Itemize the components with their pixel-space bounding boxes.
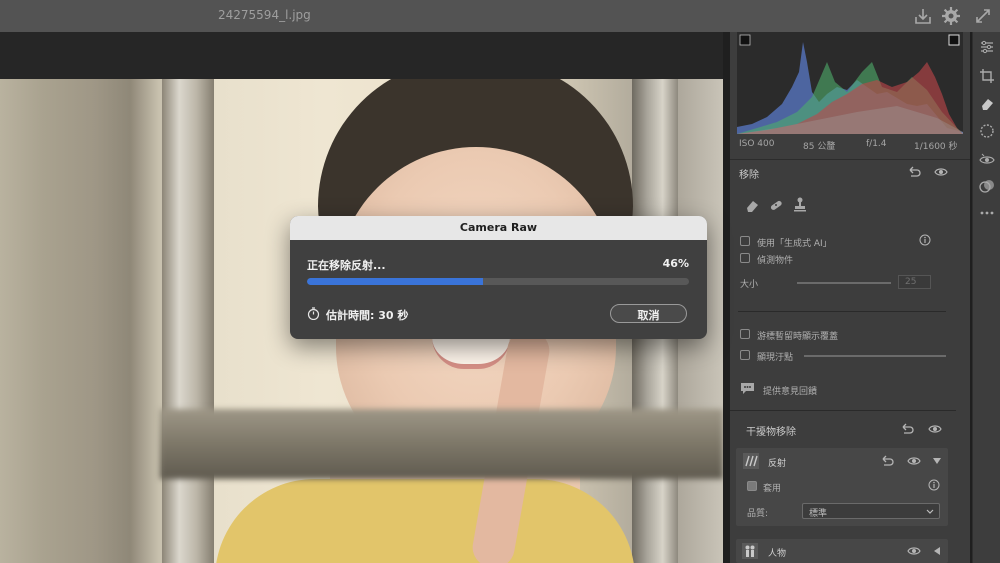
shutter-speed: 1/1600 秒 [914, 142, 958, 152]
progress-dialog: Camera Raw 正在移除反射... 46% 估計時間: 30 秒 取消 [290, 216, 707, 339]
clone-stamp-icon[interactable] [792, 196, 808, 212]
people-icon [742, 543, 758, 559]
fullscreen-icon[interactable] [972, 5, 994, 27]
detect-objects-label: 偵測物件 [757, 256, 794, 266]
size-label: 大小 [740, 280, 759, 290]
progress-status: 正在移除反射... [307, 259, 386, 272]
edit-sliders-icon[interactable] [979, 39, 995, 55]
use-generative-ai-label: 使用「生成式 AI」 [757, 239, 832, 249]
gear-icon[interactable] [940, 5, 962, 27]
remove-section-title: 移除 [739, 170, 759, 181]
chevron-down-icon[interactable] [931, 455, 943, 467]
use-generative-ai-checkbox[interactable] [740, 236, 750, 246]
file-name: 24275594_l.jpg [218, 8, 311, 22]
progress-bar [307, 278, 689, 285]
eraser-tool-icon[interactable] [744, 197, 760, 213]
progress-percent: 46% [662, 257, 689, 270]
feedback-icon[interactable] [740, 381, 755, 396]
progress-bar-fill [307, 278, 483, 285]
show-overlay-label: 游標暫留時顯示覆蓋 [757, 332, 839, 342]
save-icon[interactable] [912, 5, 934, 27]
reflections-reset-icon[interactable] [880, 454, 894, 468]
title-bar: 24275594_l.jpg [0, 0, 1000, 32]
distraction-reset-icon[interactable] [900, 422, 914, 436]
people-visibility-icon[interactable] [907, 544, 921, 558]
distraction-visibility-icon[interactable] [928, 422, 942, 436]
presets-icon[interactable] [979, 178, 995, 194]
select-chevron-icon [926, 509, 934, 514]
visualize-spots-slider[interactable] [804, 355, 946, 357]
masking-icon[interactable] [979, 123, 995, 139]
reflections-visibility-icon[interactable] [907, 454, 921, 468]
histogram [737, 32, 963, 134]
aperture-value: f/1.4 [866, 139, 887, 149]
apply-checkbox[interactable] [747, 481, 757, 491]
quality-label: 品質: [747, 509, 769, 519]
stopwatch-icon [307, 307, 320, 320]
reflections-label: 反射 [768, 459, 787, 469]
apply-info-icon[interactable] [928, 479, 940, 491]
edit-panel: ISO 400 85 公釐 f/1.4 1/1600 秒 移除 使用「生成式 A… [730, 32, 970, 563]
iso-value: ISO 400 [739, 139, 775, 149]
visibility-icon[interactable] [934, 165, 948, 179]
quality-select-value: 標準 [809, 509, 828, 519]
people-label: 人物 [768, 549, 787, 559]
estimated-time: 估計時間: 30 秒 [326, 309, 409, 322]
red-eye-icon[interactable] [979, 151, 995, 167]
size-value-field[interactable]: 25 [898, 275, 931, 289]
feedback-link[interactable]: 提供意見回饋 [763, 384, 817, 397]
camera-info: ISO 400 85 公釐 f/1.4 1/1600 秒 [737, 137, 963, 153]
reset-icon[interactable] [907, 165, 921, 179]
size-slider[interactable] [797, 282, 891, 284]
dialog-title: Camera Raw [290, 216, 707, 240]
info-icon[interactable] [919, 234, 931, 246]
visualize-spots-checkbox[interactable] [740, 350, 750, 360]
chevron-left-icon[interactable] [931, 545, 943, 557]
healing-brush-icon[interactable] [768, 197, 784, 213]
remove-tool-icon[interactable] [979, 95, 995, 111]
more-icon[interactable] [979, 205, 995, 221]
crop-icon[interactable] [979, 68, 995, 84]
distraction-removal-title: 干擾物移除 [746, 427, 796, 438]
detect-objects-checkbox[interactable] [740, 253, 750, 263]
visualize-spots-label: 顯現汙點 [757, 353, 794, 363]
cancel-button[interactable]: 取消 [610, 304, 687, 323]
quality-select[interactable]: 標準 [802, 503, 940, 519]
reflections-icon [743, 453, 759, 469]
show-overlay-checkbox[interactable] [740, 329, 750, 339]
tool-strip [972, 32, 1000, 563]
focal-length: 85 公釐 [803, 142, 836, 152]
apply-label: 套用 [763, 484, 782, 494]
